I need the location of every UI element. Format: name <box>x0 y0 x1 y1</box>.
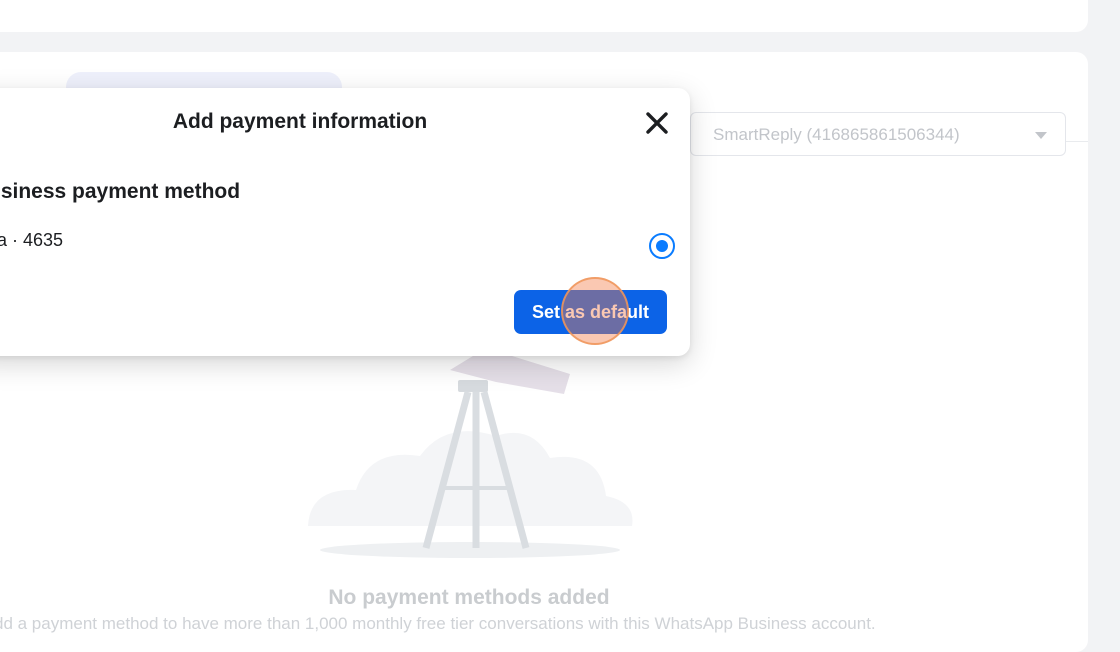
caret-down-icon <box>1035 132 1047 139</box>
payment-method-label: sa · 4635 <box>0 230 64 250</box>
payment-method-radio[interactable] <box>649 233 675 259</box>
whatsapp-account-select[interactable]: SmartReply (416865861506344) <box>690 112 1066 156</box>
add-payment-modal: Add payment information usiness payment … <box>0 88 690 356</box>
close-icon <box>646 112 668 134</box>
telescope-illustration <box>308 348 633 558</box>
empty-state-title: No payment methods added <box>328 586 610 609</box>
section-title: usiness payment method <box>0 180 241 203</box>
radio-selected-dot <box>655 239 668 252</box>
modal-title: Add payment information <box>172 110 428 133</box>
empty-state-description: dd a payment method to have more than 1,… <box>0 614 876 633</box>
top-card <box>0 0 1088 32</box>
set-as-default-button[interactable]: Set as default <box>514 290 667 334</box>
close-button[interactable] <box>642 108 672 138</box>
account-select-value: SmartReply (416865861506344) <box>713 125 960 144</box>
